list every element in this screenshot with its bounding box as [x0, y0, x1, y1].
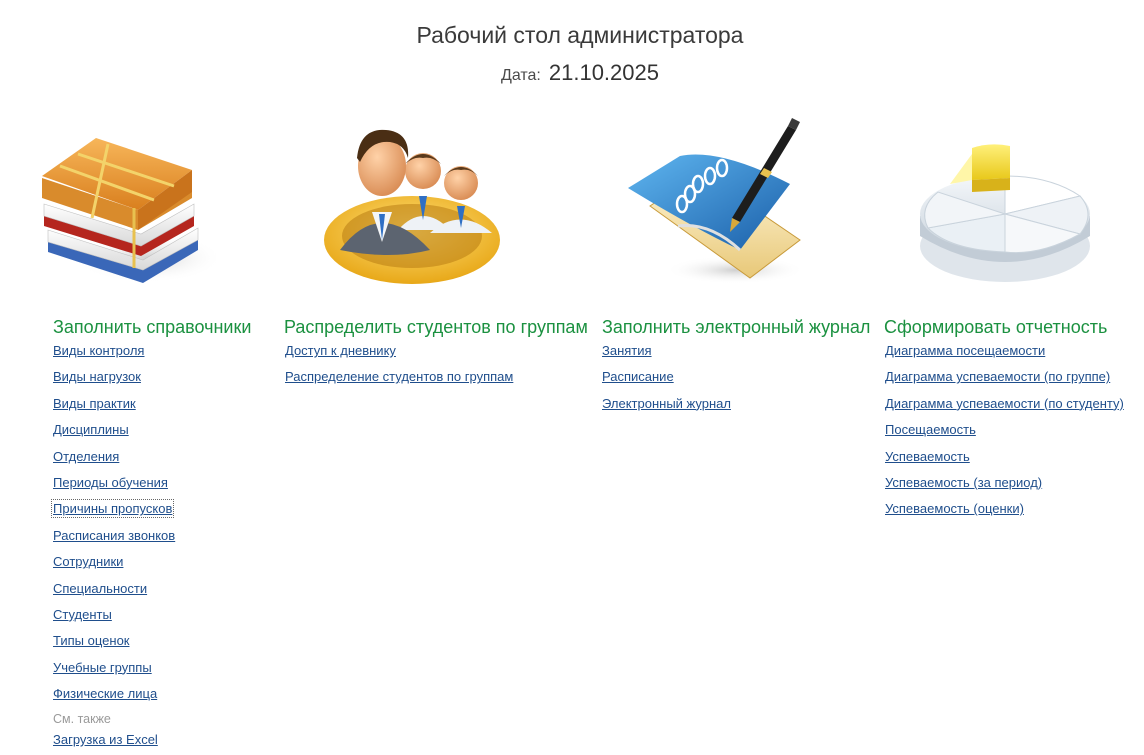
link-specialties[interactable]: Специальности	[53, 581, 147, 596]
list-item: Отделения	[53, 448, 175, 474]
list-item: Причины пропусков	[50, 499, 175, 526]
link-attendance-chart[interactable]: Диаграмма посещаемости	[885, 343, 1045, 358]
list-item: Физические лица	[53, 685, 175, 711]
list-item: Периоды обучения	[53, 474, 175, 500]
link-list: Диаграмма посещаемости Диаграмма успевае…	[885, 342, 1124, 527]
list-item: Расписания звонков	[53, 527, 175, 553]
list-item: Виды нагрузок	[53, 368, 175, 394]
pie-chart-icon	[920, 144, 1090, 282]
list-item: Доступ к дневнику	[285, 342, 513, 368]
link-study-groups[interactable]: Учебные группы	[53, 660, 152, 675]
list-item: Успеваемость (оценки)	[885, 500, 1124, 526]
link-attendance[interactable]: Посещаемость	[885, 422, 976, 437]
date-value: 21.10.2025	[548, 60, 659, 85]
link-departments[interactable]: Отделения	[53, 449, 119, 464]
link-control-types[interactable]: Виды контроля	[53, 343, 144, 358]
link-employees[interactable]: Сотрудники	[53, 554, 123, 569]
link-practice-types[interactable]: Виды практик	[53, 396, 136, 411]
notebook-pen-icon	[628, 118, 805, 284]
list-item: Посещаемость	[885, 421, 1124, 447]
link-list: Доступ к дневнику Распределение студенто…	[285, 342, 513, 395]
section-reference-books: Заполнить справочники Виды контроля Виды…	[38, 118, 251, 747]
section-title: Сформировать отчетность	[884, 317, 1108, 337]
section-title: Заполнить электронный журнал	[602, 317, 871, 337]
list-item: Диаграмма успеваемости (по группе)	[885, 368, 1124, 394]
link-electronic-journal[interactable]: Электронный журнал	[602, 396, 731, 411]
see-also-label: См. также	[53, 712, 111, 726]
list-item: Диаграмма успеваемости (по студенту)	[885, 395, 1124, 421]
link-diary-access[interactable]: Доступ к дневнику	[285, 343, 396, 358]
link-grade-types[interactable]: Типы оценок	[53, 633, 129, 648]
link-absence-reasons[interactable]: Причины пропусков	[50, 499, 175, 519]
list-item: Электронный журнал	[602, 395, 731, 421]
books-icon	[42, 138, 223, 283]
section-title: Заполнить справочники	[53, 317, 252, 337]
link-list: Занятия Расписание Электронный журнал	[602, 342, 731, 421]
link-performance-grades[interactable]: Успеваемость (оценки)	[885, 501, 1024, 516]
section-reports: Сформировать отчетность Диаграмма посеща…	[884, 118, 1124, 516]
link-performance-period[interactable]: Успеваемость (за период)	[885, 475, 1042, 490]
link-lessons[interactable]: Занятия	[602, 343, 652, 358]
list-item: Типы оценок	[53, 632, 175, 658]
list-item: Дисциплины	[53, 421, 175, 447]
section-distribute-students: Распределить студентов по группам Доступ…	[284, 118, 588, 384]
link-bell-schedules[interactable]: Расписания звонков	[53, 528, 175, 543]
list-item: Учебные группы	[53, 659, 175, 685]
link-individuals[interactable]: Физические лица	[53, 686, 157, 701]
list-item: Успеваемость	[885, 448, 1124, 474]
list-item: Занятия	[602, 342, 731, 368]
page-title: Рабочий стол администратора	[416, 22, 744, 48]
list-item: Сотрудники	[53, 553, 175, 579]
people-group-icon	[324, 129, 500, 284]
link-performance-chart-group[interactable]: Диаграмма успеваемости (по группе)	[885, 369, 1110, 384]
link-disciplines[interactable]: Дисциплины	[53, 422, 129, 437]
list-item: Виды практик	[53, 395, 175, 421]
link-performance[interactable]: Успеваемость	[885, 449, 970, 464]
date-row: Дата: 21.10.2025	[0, 60, 1144, 86]
list-item: Студенты	[53, 606, 175, 632]
section-title: Распределить студентов по группам	[284, 317, 588, 337]
link-distribute-students[interactable]: Распределение студентов по группам	[285, 369, 513, 384]
list-item: Распределение студентов по группам	[285, 368, 513, 394]
list-item: Виды контроля	[53, 342, 175, 368]
link-students[interactable]: Студенты	[53, 607, 112, 622]
list-item: Расписание	[602, 368, 731, 394]
link-list: Виды контроля Виды нагрузок Виды практик…	[50, 342, 175, 711]
link-performance-chart-student[interactable]: Диаграмма успеваемости (по студенту)	[885, 396, 1124, 411]
date-label: Дата:	[501, 67, 541, 84]
link-load-types[interactable]: Виды нагрузок	[53, 369, 141, 384]
list-item: Диаграмма посещаемости	[885, 342, 1124, 368]
link-schedule[interactable]: Расписание	[602, 369, 674, 384]
link-excel-import[interactable]: Загрузка из Excel	[53, 732, 158, 747]
link-study-periods[interactable]: Периоды обучения	[53, 475, 168, 490]
list-item: Специальности	[53, 580, 175, 606]
section-electronic-journal: Заполнить электронный журнал Занятия Рас…	[602, 118, 870, 411]
list-item: Успеваемость (за период)	[885, 474, 1124, 500]
